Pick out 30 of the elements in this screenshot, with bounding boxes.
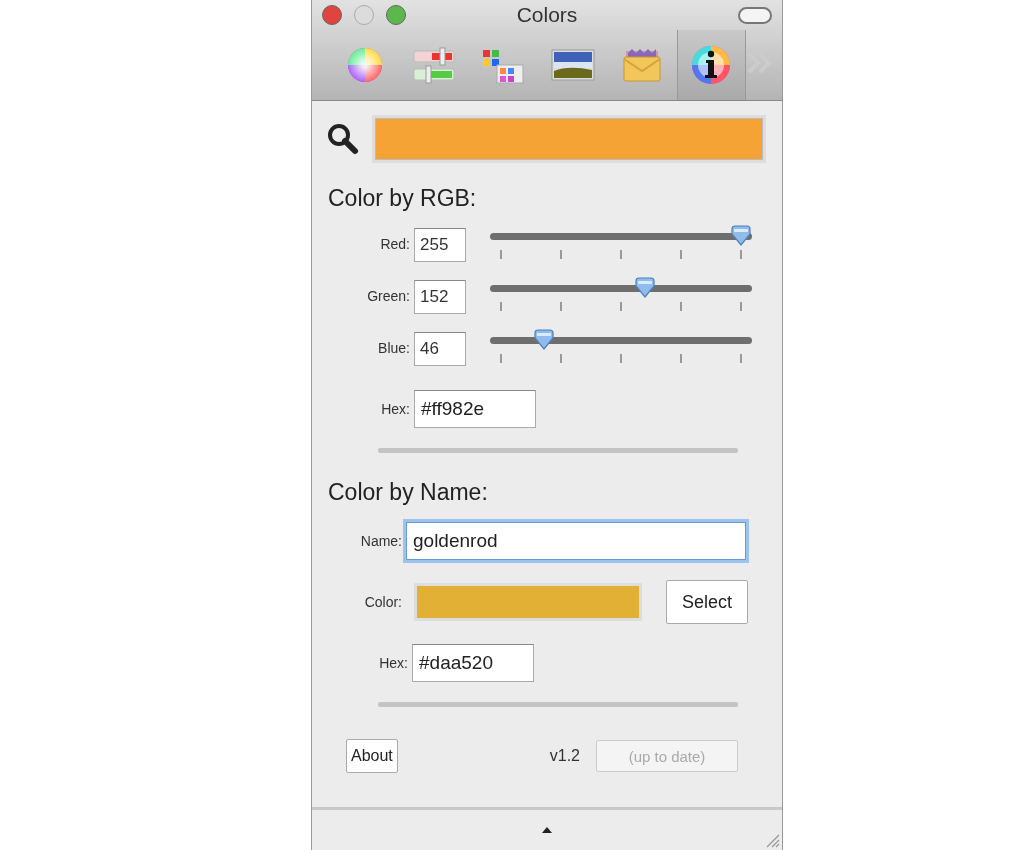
field-label: Name: (359, 533, 403, 549)
version-label: v1.2 (549, 747, 580, 765)
slider-thumb[interactable] (730, 225, 752, 247)
field-label: Hex: (378, 655, 409, 671)
close-window-button[interactable] (322, 5, 342, 25)
hex-field[interactable]: #daa520 (412, 644, 534, 682)
sliders-icon[interactable] (410, 45, 458, 85)
resize-grip-icon[interactable] (764, 832, 780, 848)
caret-icon[interactable] (541, 826, 553, 834)
value-field[interactable]: 152 (414, 280, 466, 314)
field-label: Hex: (380, 401, 411, 417)
window-title: Colors (516, 3, 578, 26)
about-button[interactable]: About (346, 739, 398, 773)
slider-thumb[interactable] (634, 277, 656, 299)
hex-field[interactable]: #ff982e (414, 390, 536, 428)
section-heading: Color by RGB: (328, 185, 478, 212)
select-button[interactable]: Select (666, 580, 748, 624)
field-label: Red: (379, 235, 411, 252)
search-icon[interactable] (326, 122, 360, 156)
value-field[interactable]: 46 (414, 332, 466, 366)
value-field[interactable]: 255 (414, 228, 466, 262)
field-label: Color: (363, 594, 403, 610)
zoom-window-button[interactable] (386, 5, 406, 25)
color-swatch[interactable] (372, 115, 766, 163)
field-label: Blue: (377, 339, 411, 356)
section-heading: Color by Name: (328, 479, 489, 506)
field-label: Green: (366, 287, 411, 304)
slider-thumb[interactable] (533, 329, 556, 351)
name-field[interactable]: goldenrod (406, 522, 746, 560)
toolbar-toggle-button[interactable] (738, 6, 772, 24)
